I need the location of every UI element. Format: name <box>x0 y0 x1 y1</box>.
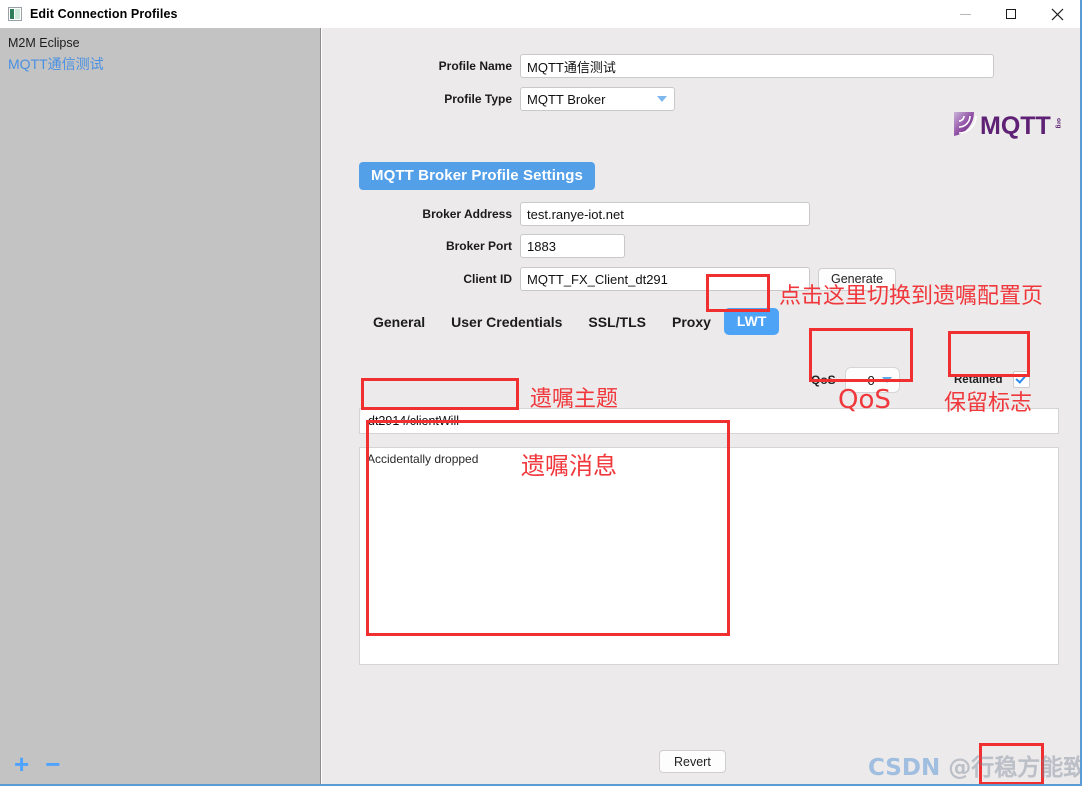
broker-address-input[interactable]: test.ranye-iot.net <box>520 202 810 226</box>
broker-port-row: Broker Port 1883 <box>322 234 1080 258</box>
dialog-footer: Revert Cancel OK Apply <box>644 730 1080 784</box>
profile-type-label: Profile Type <box>444 92 512 106</box>
profile-list: M2M Eclipse MQTT通信测试 <box>0 28 320 75</box>
revert-button[interactable]: Revert <box>659 750 726 773</box>
broker-port-input[interactable]: 1883 <box>520 234 625 258</box>
broker-port-label: Broker Port <box>445 239 512 253</box>
svg-text:org: org <box>1055 118 1062 129</box>
settings-tabbar: General User Credentials SSL/TLS Proxy L… <box>360 308 780 335</box>
mqtt-logo: MQTT org <box>952 109 1064 140</box>
broker-address-label: Broker Address <box>422 207 512 221</box>
tab-proxy[interactable]: Proxy <box>659 310 724 334</box>
tab-general[interactable]: General <box>360 310 438 334</box>
edit-connection-profiles-window: Edit Connection Profiles M2M Eclipse MQT… <box>0 0 1082 786</box>
minimize-button[interactable] <box>942 0 988 28</box>
close-icon[interactable] <box>1034 0 1080 28</box>
annotation-qos-note: QoS <box>838 385 891 415</box>
maximize-button[interactable] <box>988 0 1034 28</box>
broker-address-row: Broker Address test.ranye-iot.net <box>322 202 1080 226</box>
tab-lwt[interactable]: LWT <box>723 308 780 335</box>
lwt-message-textarea[interactable]: Accidentally dropped <box>359 447 1059 665</box>
annotation-retained-note: 保留标志 <box>944 391 1033 416</box>
broker-settings-header: MQTT Broker Profile Settings <box>359 162 595 190</box>
sidebar-footer: + − <box>0 742 320 784</box>
profile-name-row: Profile Name MQTT通信测试 <box>322 54 1080 78</box>
annotation-topic-note: 遗嘱主题 <box>530 387 619 412</box>
tab-ssl-tls[interactable]: SSL/TLS <box>575 310 659 334</box>
sidebar-item-m2m-eclipse[interactable]: M2M Eclipse <box>0 34 320 53</box>
app-window-icon <box>8 7 22 21</box>
chevron-down-icon <box>881 377 892 383</box>
annotation-lwt-tab-note: 点击这里切换到遗嘱配置页 <box>779 284 1044 309</box>
annotation-message-note: 遗嘱消息 <box>521 452 617 480</box>
sidebar-item-mqtt-test[interactable]: MQTT通信测试 <box>0 53 320 75</box>
qos-label: QoS <box>811 373 836 387</box>
profiles-sidebar: M2M Eclipse MQTT通信测试 + − <box>0 28 321 784</box>
window-titlebar: Edit Connection Profiles <box>0 0 1080 28</box>
sidebar-item-label: MQTT通信测试 <box>8 56 104 72</box>
chevron-down-icon <box>657 96 667 102</box>
profile-type-select[interactable]: MQTT Broker <box>520 87 675 111</box>
profile-name-label: Profile Name <box>438 59 512 73</box>
window-controls <box>942 0 1080 28</box>
profile-type-row: Profile Type MQTT Broker <box>322 87 1080 111</box>
profile-name-input[interactable]: MQTT通信测试 <box>520 54 994 78</box>
client-id-label: Client ID <box>463 272 512 286</box>
svg-text:MQTT: MQTT <box>980 112 1051 139</box>
profile-type-value: MQTT Broker <box>527 91 606 107</box>
client-id-input[interactable]: MQTT_FX_Client_dt291 <box>520 267 810 291</box>
remove-profile-button[interactable]: − <box>45 751 60 777</box>
window-title: Edit Connection Profiles <box>30 7 178 21</box>
sidebar-item-label: M2M Eclipse <box>8 36 80 50</box>
tab-user-credentials[interactable]: User Credentials <box>438 310 575 334</box>
retained-label: Retained <box>954 373 1003 386</box>
add-profile-button[interactable]: + <box>14 751 29 777</box>
